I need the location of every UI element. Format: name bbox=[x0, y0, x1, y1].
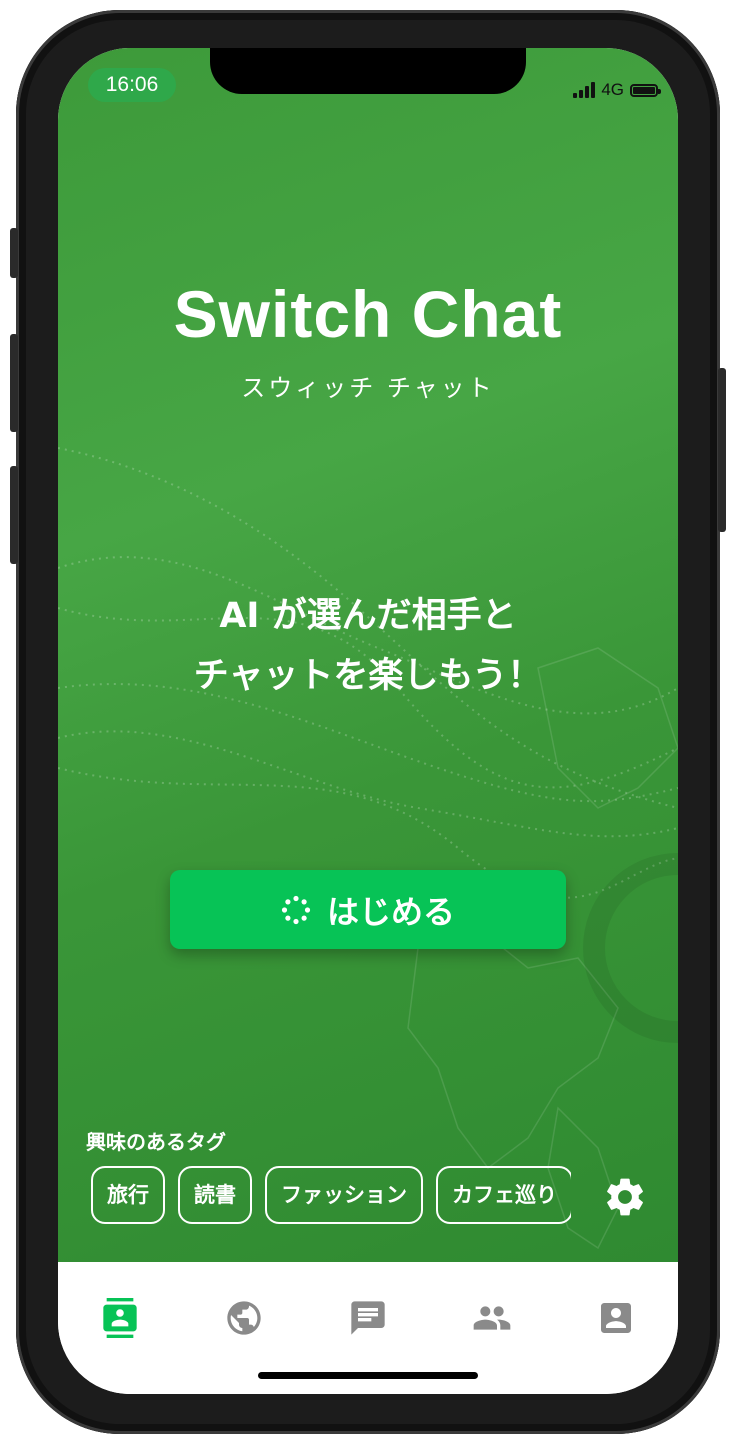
volume-up-button bbox=[10, 334, 18, 432]
tab-chat-bubble-icon[interactable] bbox=[348, 1298, 388, 1338]
start-button-label: はじめる bbox=[326, 892, 455, 931]
tag-chip[interactable]: 旅行 bbox=[91, 1166, 165, 1224]
hero-section: 16:06 4G Switch Chat スウィッチ チャット AI が選んだ相… bbox=[58, 48, 678, 1262]
tab-contact-book-icon[interactable] bbox=[100, 1298, 140, 1338]
tab-profile-icon[interactable] bbox=[596, 1298, 636, 1338]
status-time: 16:06 bbox=[88, 68, 176, 102]
app-subtitle: スウィッチ チャット bbox=[241, 374, 495, 402]
gear-icon[interactable] bbox=[602, 1174, 648, 1220]
power-button bbox=[718, 368, 726, 532]
app-title: Switch Chat bbox=[173, 277, 563, 351]
notch bbox=[210, 48, 526, 94]
tags-list[interactable]: 旅行 読書 ファッション カフェ巡り bbox=[91, 1166, 571, 1228]
signal-bars-icon bbox=[573, 82, 596, 98]
tab-people-icon[interactable] bbox=[472, 1298, 512, 1338]
tags-label: 興味のあるタグ bbox=[86, 1130, 226, 1154]
network-type: 4G bbox=[601, 80, 624, 99]
tag-chip[interactable]: 読書 bbox=[178, 1166, 252, 1224]
mute-switch bbox=[10, 228, 18, 278]
tab-globe-icon[interactable] bbox=[224, 1298, 264, 1338]
volume-down-button bbox=[10, 466, 18, 564]
tagline-line-2: チャットを楽しもう！ bbox=[193, 656, 543, 696]
battery-icon bbox=[630, 83, 661, 97]
sparkle-loader-icon bbox=[281, 895, 311, 924]
status-indicators: 4G bbox=[573, 80, 661, 100]
tag-chip[interactable]: ファッション bbox=[265, 1166, 423, 1224]
home-indicator[interactable] bbox=[258, 1372, 478, 1379]
start-button[interactable]: はじめる bbox=[170, 870, 566, 949]
tagline-line-1: AI が選んだ相手と bbox=[219, 596, 517, 636]
tag-chip[interactable]: カフェ巡り bbox=[436, 1166, 571, 1224]
app-screen: 16:06 4G Switch Chat スウィッチ チャット AI が選んだ相… bbox=[58, 48, 678, 1394]
tagline: AI が選んだ相手と チャットを楽しもう！ bbox=[58, 586, 678, 706]
